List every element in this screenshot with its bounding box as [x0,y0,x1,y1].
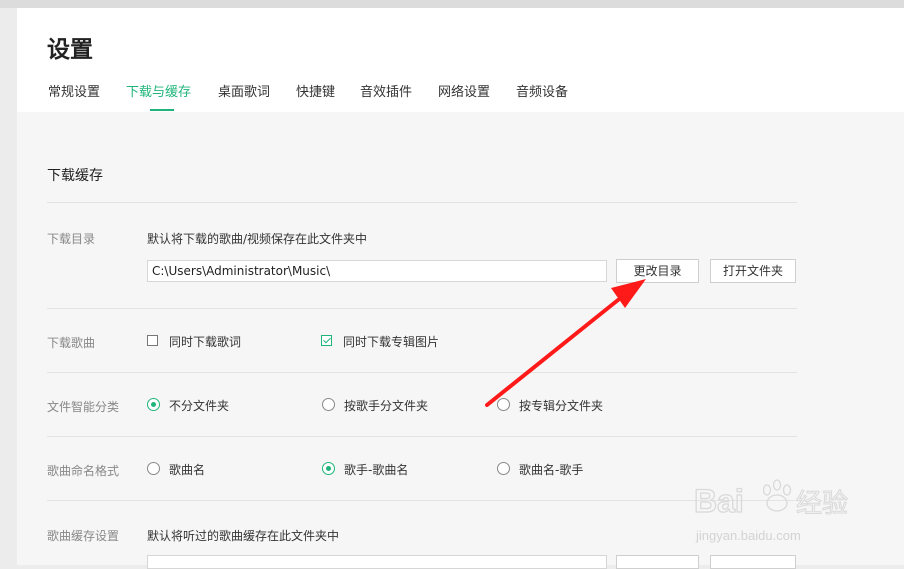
baidu-jingyan-watermark-icon: Bai 经验 jingyan.baidu.com [693,479,849,543]
watermark-url: jingyan.baidu.com [695,528,801,543]
watermark-brand: Bai [694,483,744,519]
watermark-brand-suffix: 经验 [796,489,848,519]
